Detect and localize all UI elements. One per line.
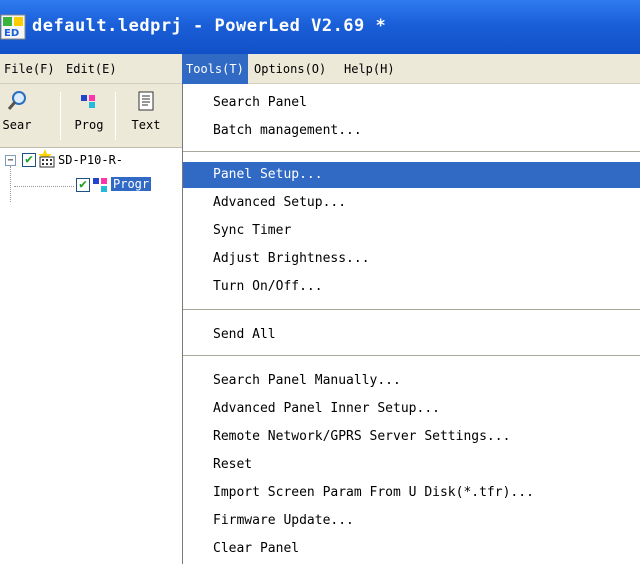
menu-item-remote-network-settings[interactable]: Remote Network/GPRS Server Settings... xyxy=(183,424,640,450)
menu-separator xyxy=(183,355,640,357)
menu-item-advanced-setup[interactable]: Advanced Setup... xyxy=(183,190,640,216)
text-button[interactable]: Text xyxy=(121,88,171,144)
menu-item-send-all[interactable]: Send All xyxy=(183,322,640,348)
svg-text:ED: ED xyxy=(4,28,19,39)
search-button-label: Sear xyxy=(2,118,32,132)
program-button-label: Prog xyxy=(74,118,104,132)
menu-separator xyxy=(183,309,640,311)
menu-item-sync-timer[interactable]: Sync Timer xyxy=(183,218,640,244)
led-app-icon: ED xyxy=(0,14,26,40)
program-icon xyxy=(93,178,107,192)
panel-icon xyxy=(38,149,55,168)
menu-bar: File(F) Edit(E) Tools(T) Options(O) Help… xyxy=(0,54,640,84)
menu-item-import-screen-param[interactable]: Import Screen Param From U Disk(*.tfr)..… xyxy=(183,480,640,506)
text-button-label: Text xyxy=(131,118,161,132)
menu-tools[interactable]: Tools(T) xyxy=(182,54,248,84)
toolbar-separator xyxy=(60,92,61,140)
panel-checkbox[interactable]: ✔ xyxy=(22,153,36,167)
program-button[interactable]: Prog xyxy=(64,88,114,144)
menu-item-clear-panel[interactable]: Clear Panel xyxy=(183,536,640,562)
menu-item-adjust-brightness[interactable]: Adjust Brightness... xyxy=(183,246,640,272)
search-icon xyxy=(7,91,26,110)
program-tree: − ✔ SD-P10-R- ✔ Progr xyxy=(0,148,182,564)
menu-edit[interactable]: Edit(E) xyxy=(62,54,121,84)
menu-item-reset[interactable]: Reset xyxy=(183,452,640,478)
menu-item-batch-management[interactable]: Batch management... xyxy=(183,118,640,144)
tree-node-panel[interactable]: − ✔ SD-P10-R- xyxy=(0,149,182,172)
menu-item-firmware-update[interactable]: Firmware Update... xyxy=(183,508,640,534)
search-button[interactable]: Sear xyxy=(0,88,42,144)
panel-node-label: SD-P10-R- xyxy=(58,153,124,167)
menu-item-panel-setup[interactable]: Panel Setup... xyxy=(183,162,640,188)
program-icon xyxy=(81,95,95,108)
tools-dropdown-menu: Search Panel Batch management... Panel S… xyxy=(182,84,640,564)
program-node-label: Progr xyxy=(111,177,152,191)
collapse-icon[interactable]: − xyxy=(5,155,16,166)
menu-item-turn-on-off[interactable]: Turn On/Off... xyxy=(183,274,640,300)
menu-options[interactable]: Options(O) xyxy=(250,54,330,84)
title-bar: ED default.ledprj - PowerLed V2.69 * xyxy=(0,0,640,54)
menu-item-search-panel-manually[interactable]: Search Panel Manually... xyxy=(183,368,640,394)
menu-item-search-panel[interactable]: Search Panel xyxy=(183,90,640,116)
menu-help[interactable]: Help(H) xyxy=(340,54,399,84)
tree-node-program[interactable]: ✔ Progr xyxy=(0,176,182,196)
text-icon xyxy=(138,91,154,111)
toolbar: Sear Prog Text xyxy=(0,84,182,148)
menu-item-advanced-panel-inner-setup[interactable]: Advanced Panel Inner Setup... xyxy=(183,396,640,422)
program-checkbox[interactable]: ✔ xyxy=(76,178,90,192)
toolbar-separator xyxy=(115,92,116,140)
window-title: default.ledprj - PowerLed V2.69 * xyxy=(32,16,387,36)
menu-separator xyxy=(183,151,640,153)
menu-file[interactable]: File(F) xyxy=(0,54,59,84)
